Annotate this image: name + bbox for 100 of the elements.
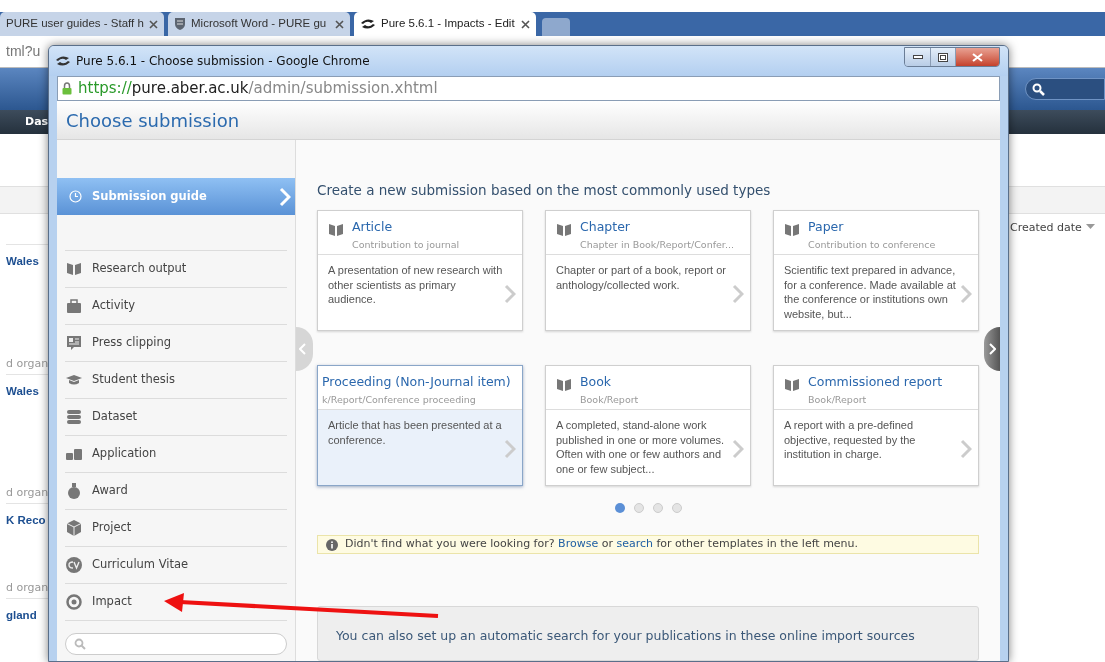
book-icon — [66, 262, 82, 276]
card-subtitle: Chapter in Book/Report/Confer... — [580, 238, 734, 252]
book-icon — [556, 223, 572, 238]
minimize-button[interactable] — [905, 48, 931, 66]
record-title[interactable]: gland — [6, 607, 48, 625]
record-title[interactable]: Wales — [6, 253, 48, 271]
target-icon — [66, 594, 82, 610]
close-button[interactable] — [956, 48, 999, 66]
briefcase-icon — [66, 299, 82, 313]
logo-icon — [55, 55, 71, 67]
window-title: Pure 5.6.1 - Choose submission - Google Chrome — [76, 53, 370, 70]
newspaper-icon — [66, 335, 82, 351]
chevron-right-icon — [989, 343, 996, 355]
maximize-icon — [938, 52, 948, 62]
minimize-icon — [912, 55, 923, 59]
column-header[interactable]: Created date — [1010, 220, 1082, 237]
cube-icon — [67, 520, 81, 536]
card-subtitle: k/Report/Conference proceeding — [322, 393, 477, 407]
template-card[interactable]: Commissioned report Book/Report A report with a pre-defined objective, requested by the institution in charge. — [773, 365, 979, 487]
template-card[interactable]: Book Book/Report A completed, stand-alone work published in one or more volumes. Often with one or few authors and one or few subject... — [545, 365, 751, 487]
url-text: https://pure.aber.ac.uk/admin/submission.xhtml — [78, 78, 438, 100]
dialog-title: Choose submission — [66, 108, 240, 133]
sidebar-item[interactable]: Award — [65, 472, 287, 509]
card-title: Article — [352, 218, 394, 237]
address-bar[interactable]: https://pure.aber.ac.uk/admin/submission.xhtml — [57, 76, 1000, 101]
card-subtitle: Book/Report — [808, 393, 868, 407]
info-text: Didn't find what you were looking for? Browse or search for other templates in the left menu. — [345, 536, 859, 553]
card-description: A presentation of new research with other scientists as primary audience. — [328, 263, 504, 308]
sidebar-item[interactable]: Student thesis — [65, 361, 287, 398]
close-icon[interactable] — [335, 19, 344, 29]
chevron-right-icon — [279, 186, 291, 207]
address-text[interactable]: tml?u — [6, 41, 41, 62]
meta-text: d organ — [6, 355, 48, 372]
card-description: Scientific text prepared in advance, for a conference. Made available at the conference or institutions own website, but... — [784, 263, 957, 322]
card-description: Chapter or part of a book, report or anthology/collected work. — [556, 263, 727, 293]
record-title[interactable]: Wales — [6, 383, 48, 401]
template-card[interactable]: Proceeding (Non-Journal item) k/Report/Conference proceeding Article that has been presented at a conference. — [317, 365, 523, 487]
browser-tab[interactable]: PURE user guides - Staff h — [0, 12, 164, 36]
link[interactable]: search — [616, 537, 653, 551]
card-subtitle: Contribution to conference — [808, 238, 936, 252]
graduation-cap-icon — [66, 374, 82, 386]
record-title[interactable]: K Reco — [6, 512, 48, 530]
card-title: Proceeding (Non-Journal item) — [322, 373, 511, 392]
meta-text: d organ — [6, 579, 48, 596]
card-subtitle: Contribution to journal — [352, 238, 460, 252]
logo-icon — [360, 18, 376, 30]
sidebar-item[interactable]: Project — [65, 509, 287, 546]
search-icon — [74, 638, 86, 650]
card-title: Chapter — [580, 218, 631, 237]
card-description: Article that has been presented at a conference. — [328, 418, 503, 448]
card-title: Paper — [808, 218, 845, 237]
cv-icon — [66, 557, 82, 573]
nav-item[interactable]: Das — [25, 113, 49, 131]
chevron-right-icon — [960, 438, 972, 459]
book-icon — [556, 378, 572, 393]
database-icon — [67, 409, 81, 425]
coins-icon — [66, 448, 82, 460]
chevron-right-icon — [504, 438, 516, 459]
sidebar-item[interactable]: Research output — [65, 250, 287, 287]
card-subtitle: Book/Report — [580, 393, 639, 407]
book-icon — [784, 223, 800, 238]
card-title: Commissioned report — [808, 373, 943, 392]
sidebar-item[interactable]: Activity — [65, 287, 287, 324]
shield-icon — [174, 17, 186, 31]
card-description: A report with a pre-defined objective, requested by the institution in charge. — [784, 418, 917, 463]
close-icon — [972, 52, 983, 62]
browser-tab[interactable]: Microsoft Word - PURE gu — [168, 12, 350, 36]
import-text: You can also set up an automatic search for your publications in these online import sources — [336, 626, 916, 645]
chevron-left-icon — [299, 343, 306, 355]
search-field[interactable] — [65, 633, 287, 655]
maximize-button[interactable] — [931, 48, 956, 66]
sidebar-item[interactable]: Application — [65, 435, 287, 472]
chevron-right-icon — [732, 438, 744, 459]
clock-icon — [69, 190, 82, 203]
browser-tab[interactable]: Pure 5.6.1 - Impacts - Edit — [354, 12, 536, 36]
book-icon — [784, 378, 800, 393]
info-icon — [326, 538, 338, 551]
search-icon — [1032, 82, 1045, 96]
medal-icon — [67, 483, 81, 499]
book-icon — [328, 223, 344, 238]
close-icon[interactable] — [521, 19, 530, 29]
search-field[interactable] — [1025, 78, 1105, 100]
template-card[interactable]: Chapter Chapter in Book/Report/Confer... Chapter or part of a book, report or anthology/collected work. — [545, 210, 751, 332]
sidebar-item[interactable]: Curriculum Vitae — [65, 546, 287, 583]
meta-text: d organ — [6, 484, 48, 501]
carousel-next-button[interactable] — [984, 327, 1000, 371]
template-card[interactable]: Article Contribution to journal A presentation of new research with other scientists as primary audience. — [317, 210, 523, 332]
sidebar-item[interactable]: Press clipping — [65, 324, 287, 361]
chevron-right-icon — [504, 283, 516, 304]
sidebar-item[interactable]: Dataset — [65, 398, 287, 435]
card-title: Book — [580, 373, 613, 392]
chevron-right-icon — [960, 283, 972, 304]
chevron-right-icon — [732, 283, 744, 304]
link[interactable]: Browse — [558, 537, 599, 551]
section-heading: Create a new submission based on the most commonly used types — [317, 181, 772, 200]
close-icon[interactable] — [149, 19, 158, 29]
sort-caret-icon — [1085, 224, 1095, 229]
template-card[interactable]: Paper Contribution to conference Scientific text prepared in advance, for a conference. Made available at the conference or institutions own website, but... — [773, 210, 979, 332]
lock-icon — [62, 82, 72, 95]
card-description: A completed, stand-alone work published in one or more volumes. Often with one or few authors and one or few subject... — [556, 418, 726, 477]
